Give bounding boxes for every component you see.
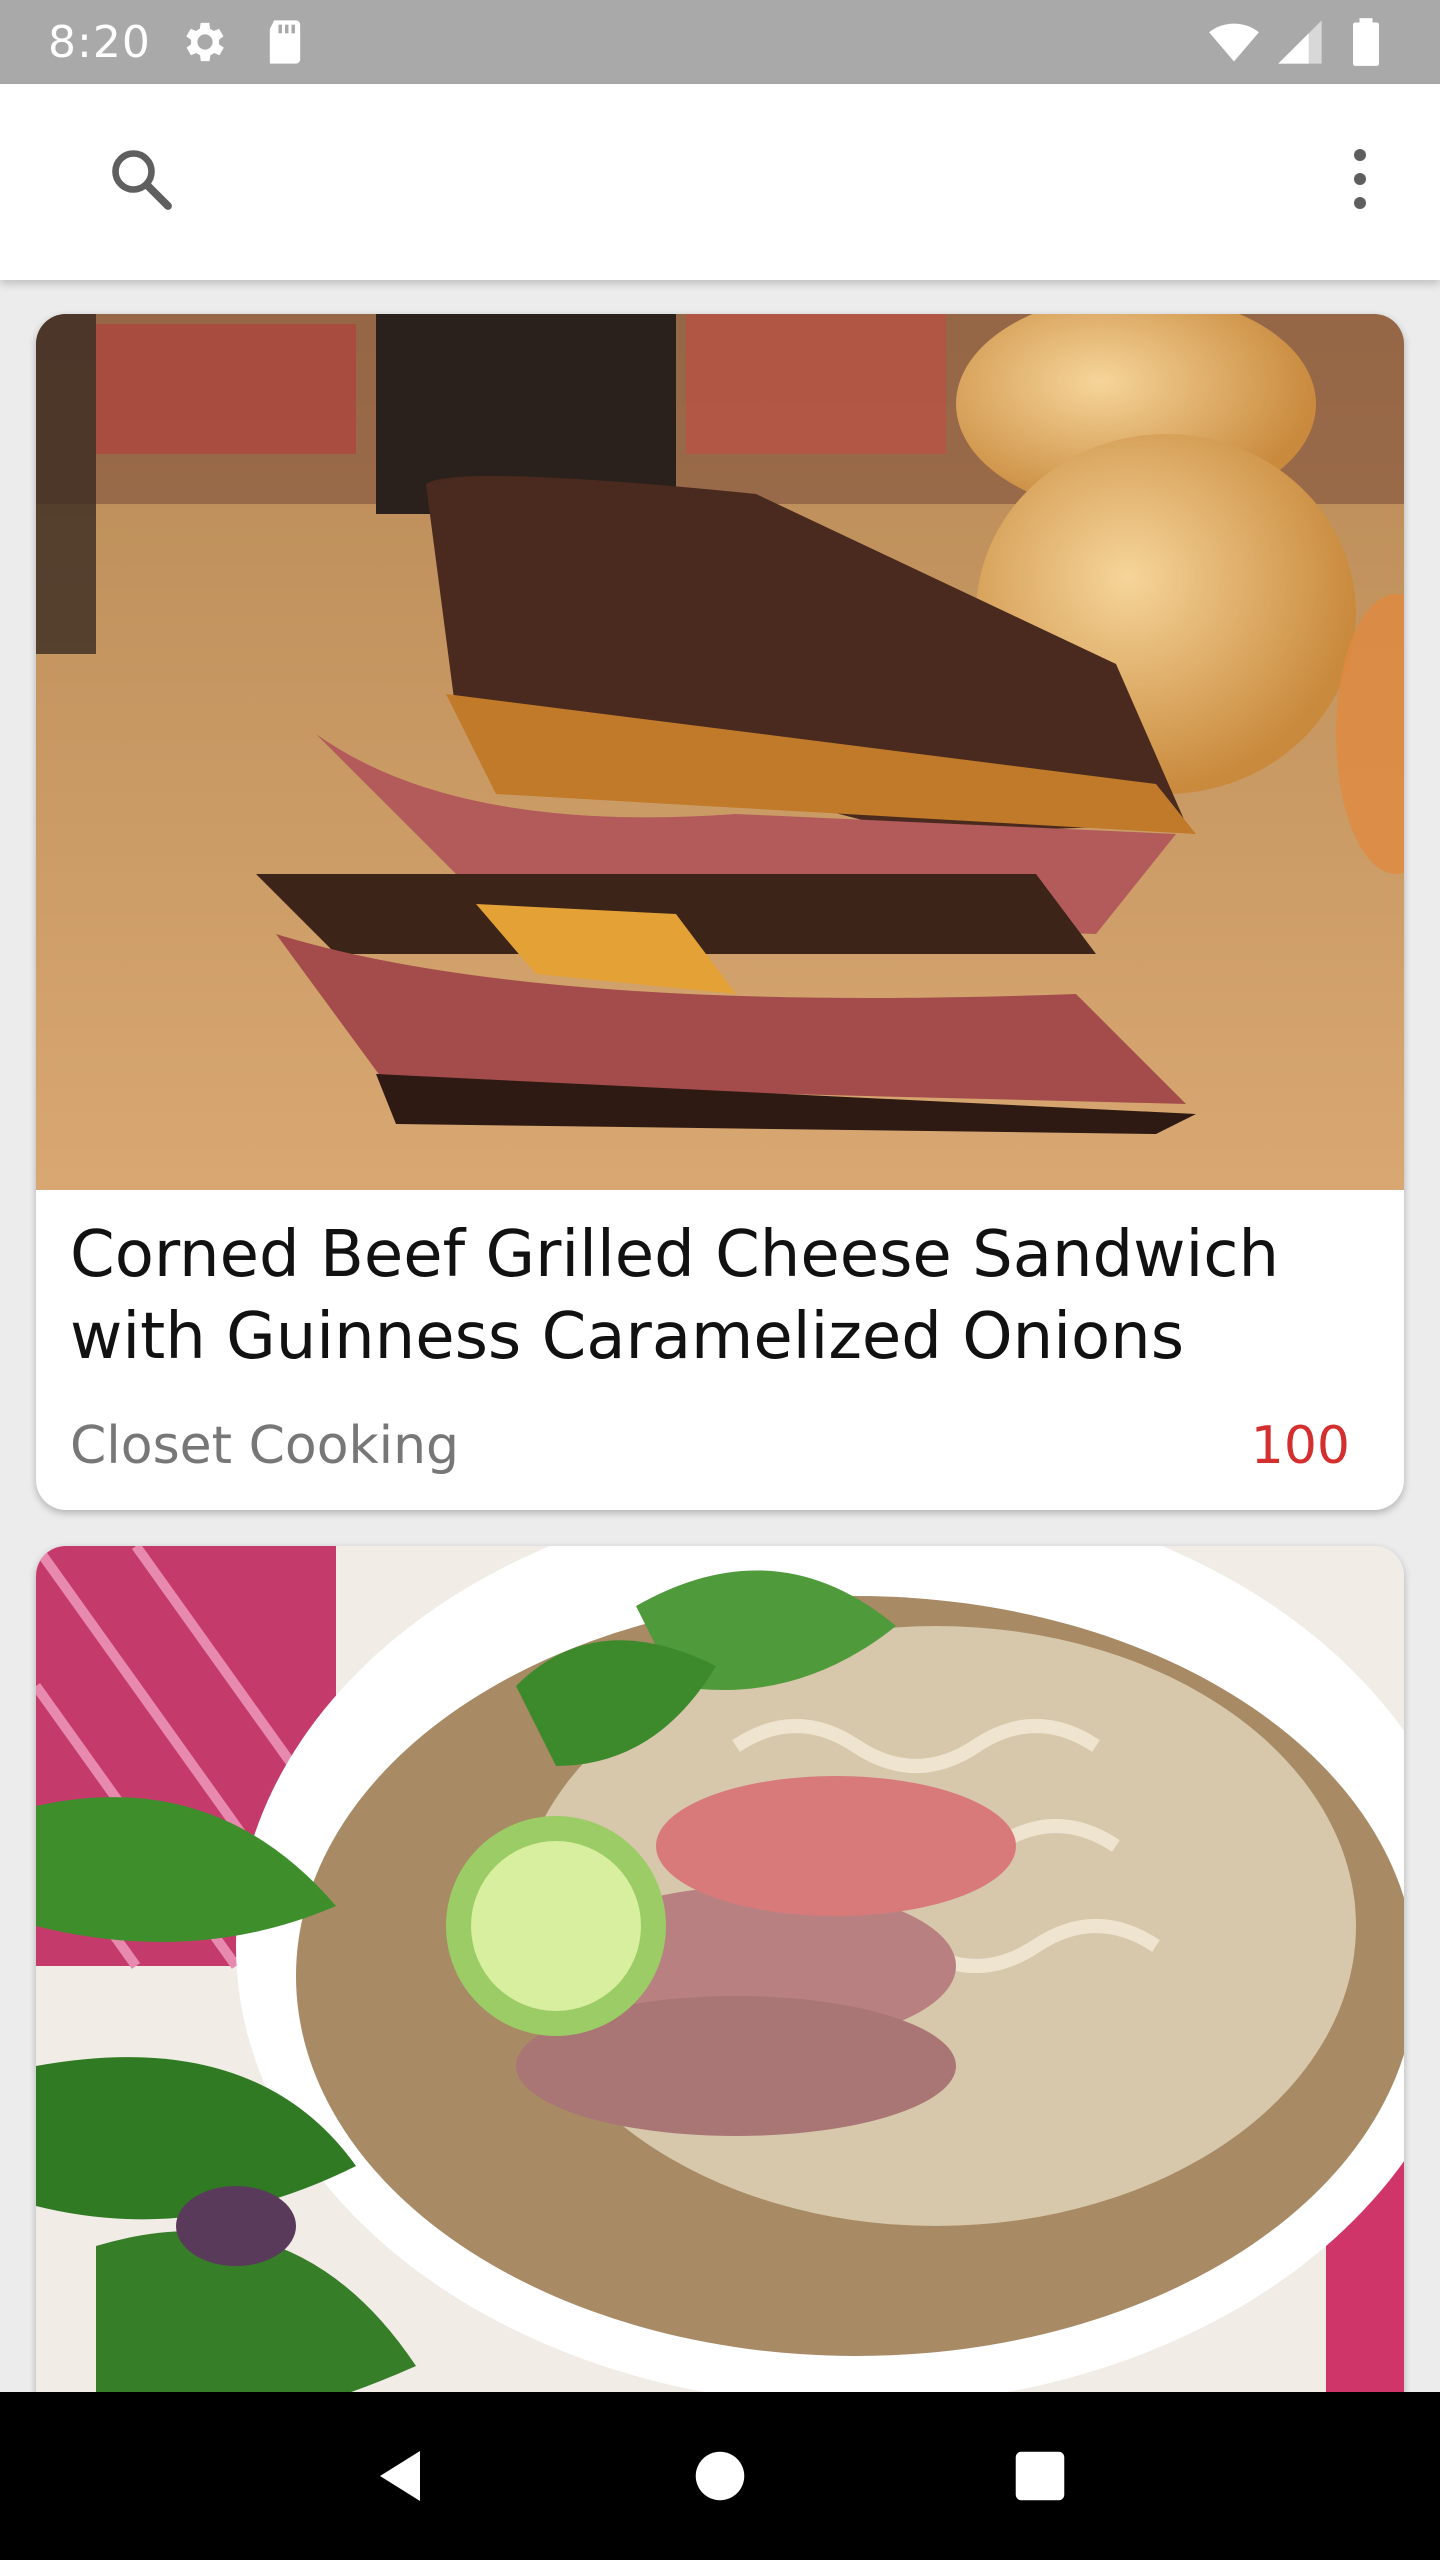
recipe-publisher: Closet Cooking [70,1416,460,1476]
recipe-image[interactable] [36,314,1404,1190]
back-button[interactable] [355,2431,445,2521]
overflow-menu-button[interactable] [1320,134,1400,224]
recents-button[interactable] [995,2431,1085,2521]
gear-icon [179,16,231,68]
wifi-icon [1208,16,1260,68]
back-icon [370,2446,430,2506]
recipe-card[interactable] [36,1546,1404,2392]
navigation-bar [0,2392,1440,2560]
status-right [1208,16,1392,68]
more-vert-icon [1350,147,1370,211]
recents-icon [1012,2448,1068,2504]
sd-card-icon [259,16,311,68]
status-time: 8:20 [48,16,151,68]
battery-icon [1340,16,1392,68]
recipe-title: Corned Beef Grilled Cheese Sandwich with… [70,1218,1280,1374]
recipe-social-rank: 100 [1250,1416,1350,1476]
search-icon [105,143,177,215]
home-icon [692,2448,748,2504]
app-bar [0,84,1440,280]
home-button[interactable] [675,2431,765,2521]
search-button[interactable] [96,134,186,224]
signal-icon [1274,16,1326,68]
status-bar: 8:20 [0,0,1440,84]
recipe-image[interactable] [36,1546,1404,2392]
recipe-card[interactable]: Corned Beef Grilled Cheese Sandwich with… [36,314,1404,1510]
recipe-feed[interactable]: Corned Beef Grilled Cheese Sandwich with… [0,280,1440,2392]
status-left: 8:20 [48,16,311,68]
